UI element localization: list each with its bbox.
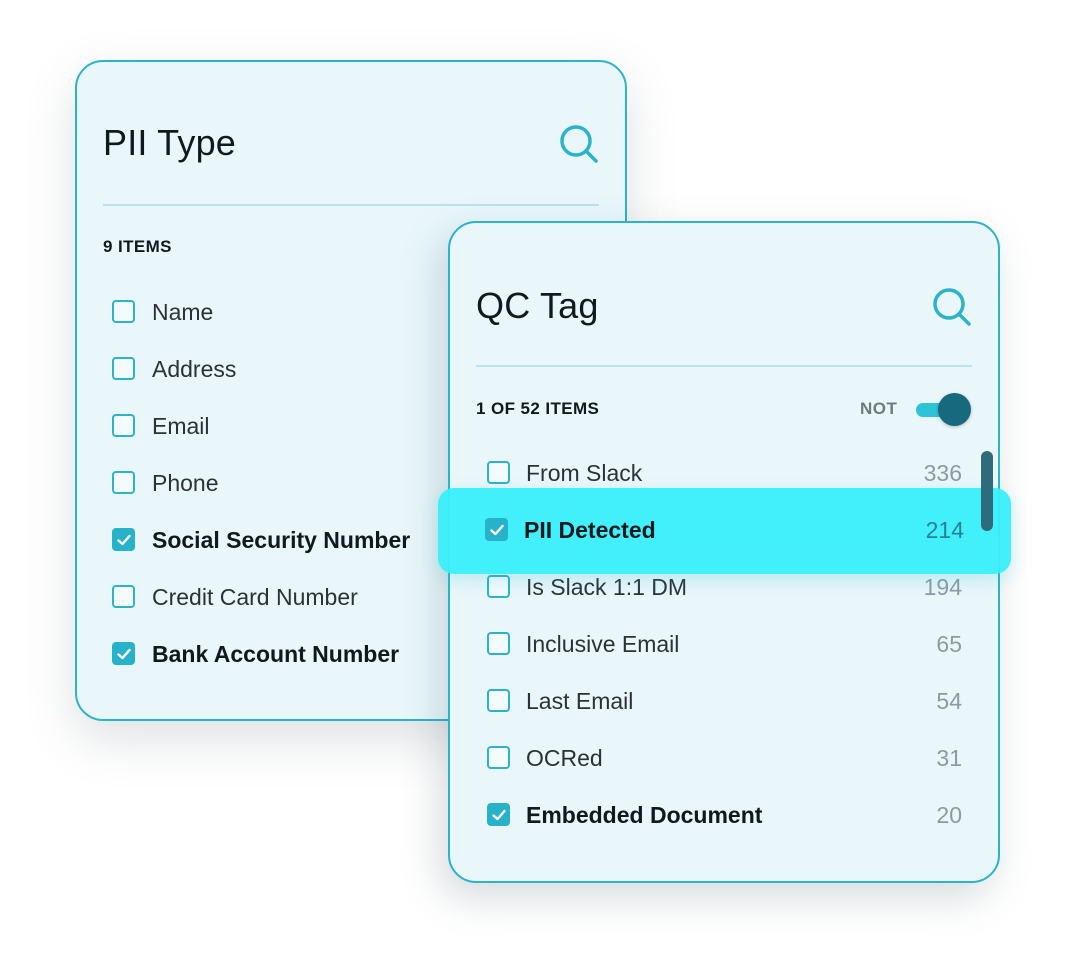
pii-item-label: Phone — [152, 470, 219, 496]
not-toggle[interactable] — [916, 393, 972, 426]
checkbox[interactable] — [112, 642, 135, 665]
pii-item-label: Bank Account Number — [152, 641, 400, 667]
checkbox[interactable] — [485, 518, 508, 541]
pii-divider — [103, 204, 599, 206]
checkbox[interactable] — [112, 357, 135, 380]
checkbox[interactable] — [112, 300, 135, 323]
qc-item-count-value: 65 — [936, 631, 962, 657]
pii-item-count: 9 ITEMS — [103, 237, 172, 256]
qc-item-label: Is Slack 1:1 DM — [526, 574, 688, 600]
qc-item-label: OCRed — [526, 745, 603, 771]
checkbox[interactable] — [112, 585, 135, 608]
qc-divider — [476, 365, 972, 367]
search-icon — [560, 125, 598, 163]
toggle-knob — [938, 393, 971, 426]
check-icon — [117, 534, 131, 546]
checkbox[interactable] — [487, 803, 510, 826]
checkbox[interactable] — [112, 528, 135, 551]
qc-item-count: 1 OF 52 ITEMS — [476, 399, 600, 418]
pii-item-label: Email — [152, 413, 210, 439]
qc-item-label: From Slack — [526, 460, 643, 486]
qc-item-last-email[interactable]: Last Email 54 — [450, 673, 998, 730]
checkbox[interactable] — [487, 461, 510, 484]
checkbox[interactable] — [112, 414, 135, 437]
check-icon — [492, 809, 506, 821]
qc-item-embedded-document[interactable]: Embedded Document 20 — [450, 787, 998, 844]
qc-search-button[interactable] — [930, 285, 974, 329]
checkbox[interactable] — [487, 632, 510, 655]
qc-item-label: Last Email — [526, 688, 634, 714]
pii-item-label: Social Security Number — [152, 527, 411, 553]
qc-item-count-value: 20 — [936, 802, 962, 828]
pii-item-label: Name — [152, 299, 214, 325]
qc-item-label: PII Detected — [524, 517, 656, 543]
qc-item-inclusive-email[interactable]: Inclusive Email 65 — [450, 616, 998, 673]
not-label: NOT — [860, 399, 898, 418]
qc-list-scrollbar[interactable] — [981, 451, 993, 531]
checkbox[interactable] — [487, 746, 510, 769]
search-icon — [933, 288, 971, 326]
qc-item-label: Embedded Document — [526, 802, 763, 828]
check-icon — [117, 648, 131, 660]
checkbox[interactable] — [112, 471, 135, 494]
not-filter: NOT — [860, 389, 975, 426]
check-icon — [490, 524, 504, 536]
qc-item-pii-detected[interactable]: PII Detected 214 — [448, 502, 1000, 559]
pii-item-label: Credit Card Number — [152, 584, 358, 610]
qc-item-label: Inclusive Email — [526, 631, 680, 657]
checkbox[interactable] — [487, 575, 510, 598]
pii-item-label: Address — [152, 356, 237, 382]
qc-item-count-value: 336 — [923, 460, 962, 486]
qc-item-count-value: 31 — [936, 745, 962, 771]
qc-item-count-value: 214 — [925, 517, 964, 543]
qc-item-ocred[interactable]: OCRed 31 — [450, 730, 998, 787]
qc-item-count-value: 194 — [923, 574, 962, 600]
qc-tag-title: QC Tag — [476, 285, 599, 326]
pii-type-title: PII Type — [103, 122, 237, 163]
pii-search-button[interactable] — [557, 122, 601, 166]
qc-item-count-value: 54 — [936, 688, 962, 714]
checkbox[interactable] — [487, 689, 510, 712]
